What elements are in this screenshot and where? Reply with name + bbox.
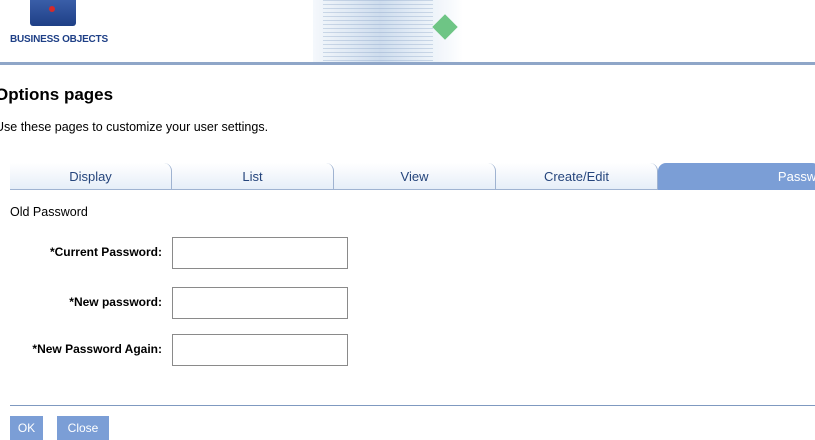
banner-stripes	[323, 0, 433, 62]
new-password-again-input[interactable]	[172, 334, 348, 366]
current-password-label: *Current Password:	[49, 245, 162, 259]
tab-create-edit-label: Create/Edit	[543, 168, 610, 184]
tab-list[interactable]: List	[172, 163, 334, 190]
tab-password[interactable]: Password	[658, 163, 815, 190]
tab-create-edit[interactable]: Create/Edit	[496, 163, 658, 190]
ok-button[interactable]: OK	[10, 416, 43, 440]
tab-view[interactable]: View	[334, 163, 496, 190]
options-page: BUSINESS OBJECTS Options pages Use these…	[0, 0, 815, 440]
tab-display[interactable]: Display	[10, 163, 172, 190]
new-password-again-label: *New Password Again:	[32, 342, 162, 356]
logo-text: BUSINESS OBJECTS	[10, 34, 108, 45]
green-gem-icon	[432, 14, 458, 40]
new-password-again-row: *New Password Again:	[0, 334, 400, 366]
tab-view-label: View	[400, 168, 429, 184]
tab-list-label: List	[242, 168, 263, 184]
page-subtitle: Use these pages to customize your user s…	[0, 120, 269, 134]
logo-mark-icon	[30, 0, 76, 26]
tab-password-label: Password	[777, 168, 815, 184]
business-objects-logo: BUSINESS OBJECTS	[10, 0, 110, 60]
old-password-section-label: Old Password	[10, 205, 88, 219]
header-divider	[0, 62, 815, 65]
new-password-label: *New password:	[69, 295, 162, 309]
tab-display-label: Display	[69, 168, 112, 184]
header: BUSINESS OBJECTS	[0, 0, 815, 66]
options-tabs: Display List View Create/Edit Password	[10, 163, 815, 191]
new-password-row: *New password:	[0, 287, 400, 319]
close-button[interactable]: Close	[57, 416, 109, 440]
header-banner-graphic	[313, 0, 463, 62]
current-password-input[interactable]	[172, 237, 348, 269]
footer-divider	[10, 405, 815, 406]
current-password-row: *Current Password:	[0, 237, 400, 269]
page-title: Options pages	[0, 85, 114, 104]
new-password-input[interactable]	[172, 287, 348, 319]
